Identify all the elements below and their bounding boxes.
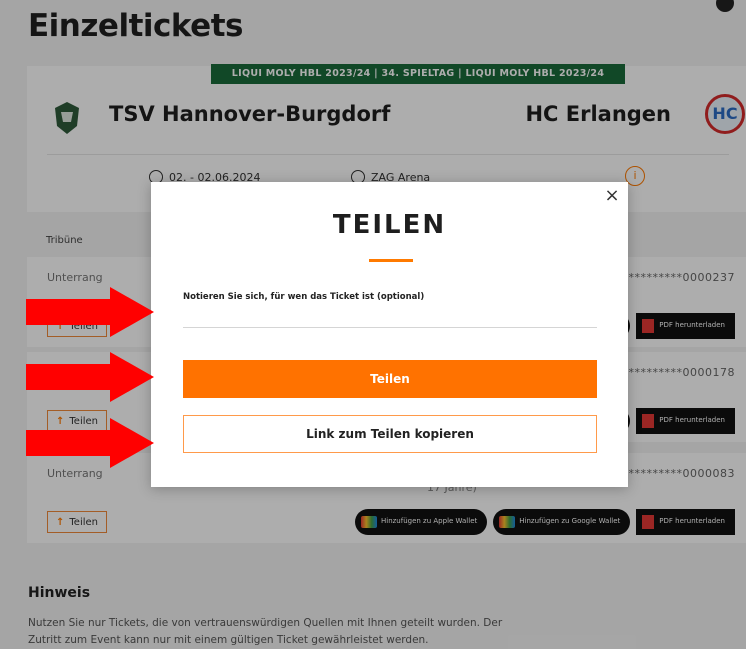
- red-arrow-annotation: [26, 287, 154, 337]
- share-dialog: × TEILEN Notieren Sie sich, für wen das …: [151, 182, 628, 487]
- note-label: Notieren Sie sich, für wen das Ticket is…: [183, 292, 425, 302]
- note-input[interactable]: [183, 306, 597, 328]
- red-arrow-annotation: [26, 352, 154, 402]
- close-icon[interactable]: ×: [602, 186, 622, 206]
- title-underline: [369, 259, 413, 262]
- red-arrow-annotation: [26, 418, 154, 468]
- dialog-title: TEILEN: [332, 210, 447, 240]
- share-button[interactable]: Teilen: [183, 360, 597, 398]
- copy-link-button[interactable]: Link zum Teilen kopieren: [183, 415, 597, 453]
